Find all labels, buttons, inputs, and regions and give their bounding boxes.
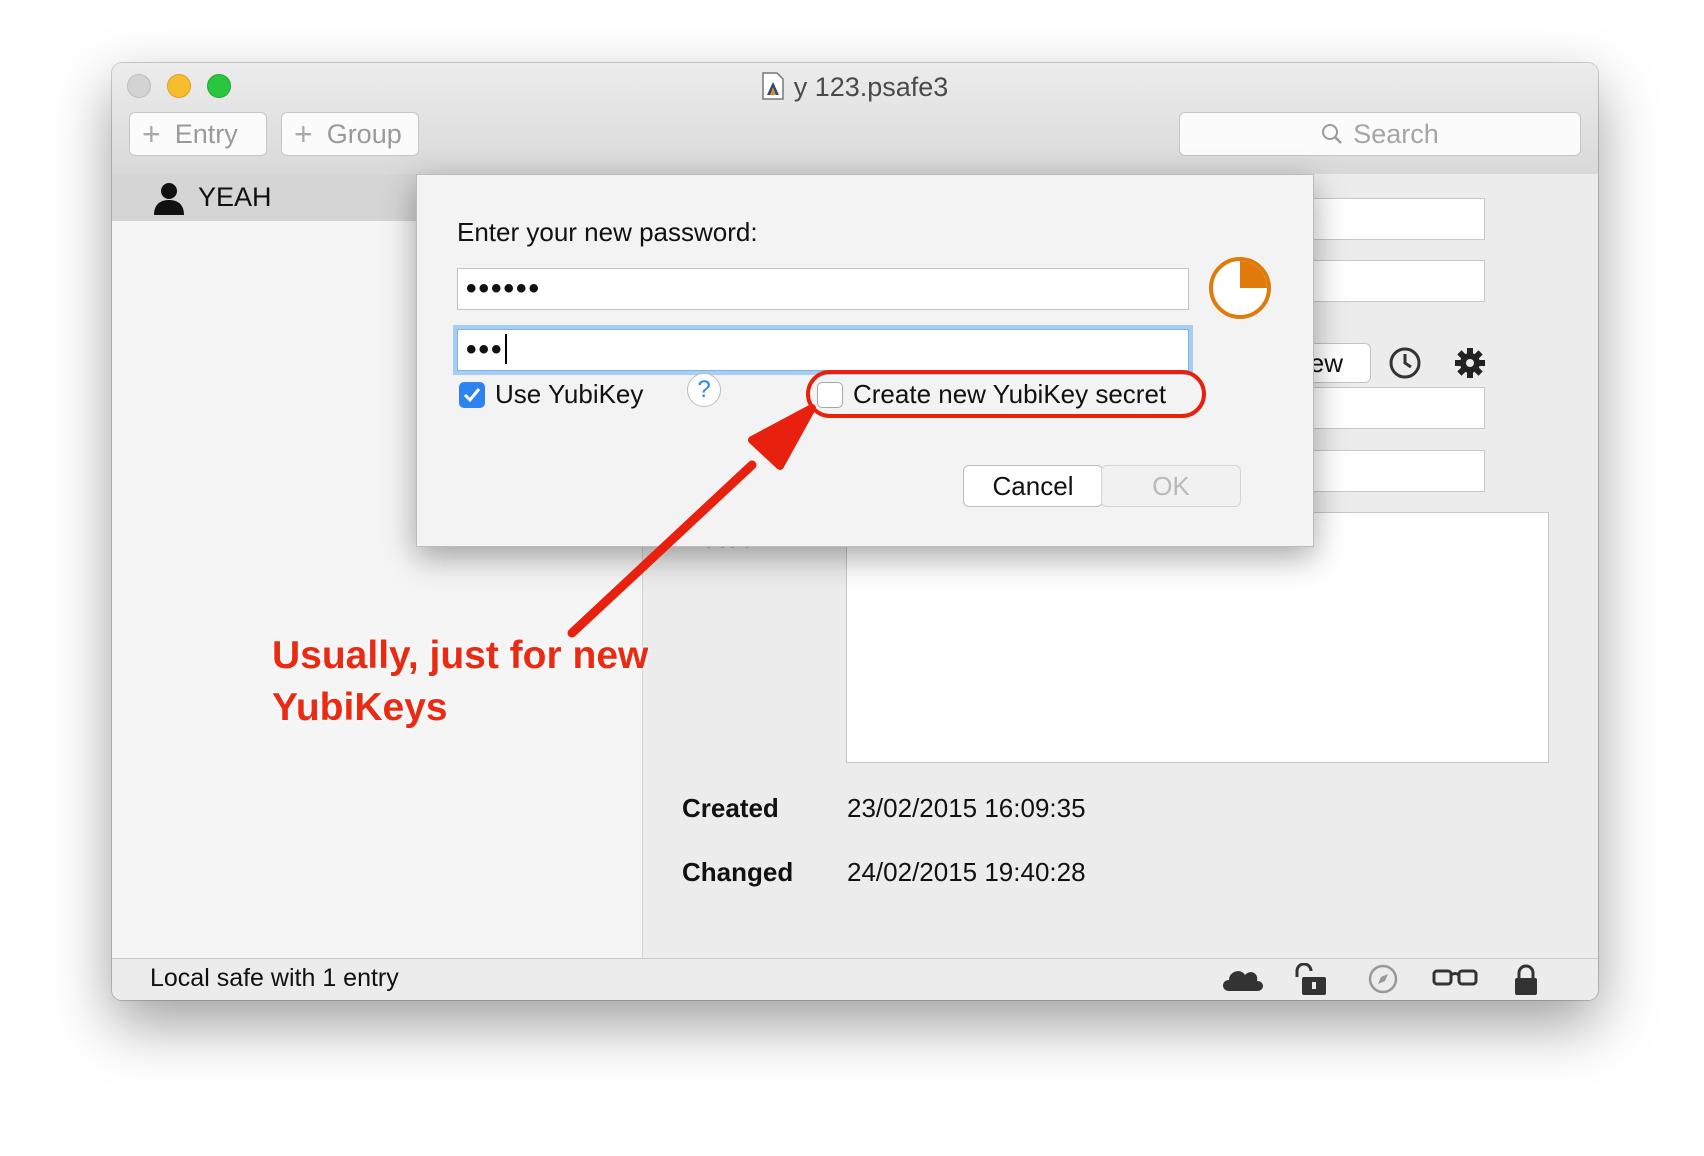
annotation-line-1: Usually, just for new	[272, 634, 649, 677]
annotation-line-2: YubiKeys	[272, 686, 448, 729]
annotation-arrow	[567, 404, 816, 638]
annotation-callout: Usually, just for new YubiKeys	[272, 630, 648, 734]
